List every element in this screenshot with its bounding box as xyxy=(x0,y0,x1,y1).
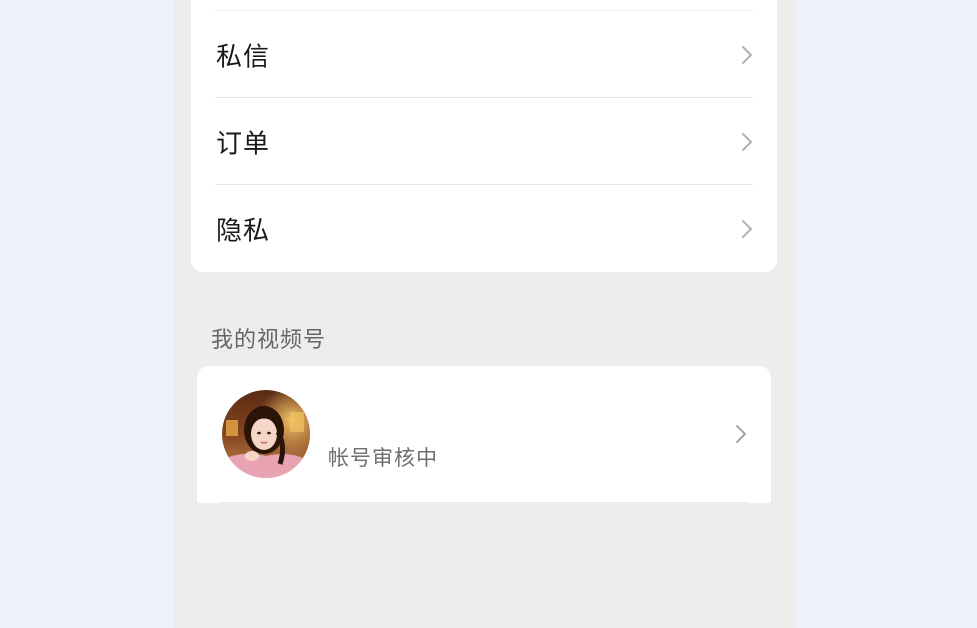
settings-screen: 私信 订单 隐私 我的视频号 帐号审核中 xyxy=(173,0,796,628)
menu-card: 私信 订单 隐私 xyxy=(191,0,777,272)
channel-account-row[interactable]: 帐号审核中 xyxy=(197,366,771,503)
menu-item-label: 订单 xyxy=(216,129,271,159)
menu-item-label: 私信 xyxy=(216,42,271,72)
menu-item-label: 隐私 xyxy=(216,216,271,246)
user-avatar-photo xyxy=(222,390,310,478)
chevron-right-icon xyxy=(742,219,752,238)
menu-item-messages[interactable]: 私信 xyxy=(215,11,753,98)
avatar[interactable] xyxy=(222,390,310,478)
section-title-my-channels: 我的视频号 xyxy=(211,328,327,353)
divider xyxy=(221,502,747,503)
account-status-text: 帐号审核中 xyxy=(328,446,438,470)
chevron-right-icon xyxy=(736,425,746,443)
menu-item-orders[interactable]: 订单 xyxy=(215,98,753,185)
chevron-right-icon xyxy=(742,132,752,151)
menu-item-privacy[interactable]: 隐私 xyxy=(215,185,753,272)
chevron-right-icon xyxy=(742,45,752,64)
